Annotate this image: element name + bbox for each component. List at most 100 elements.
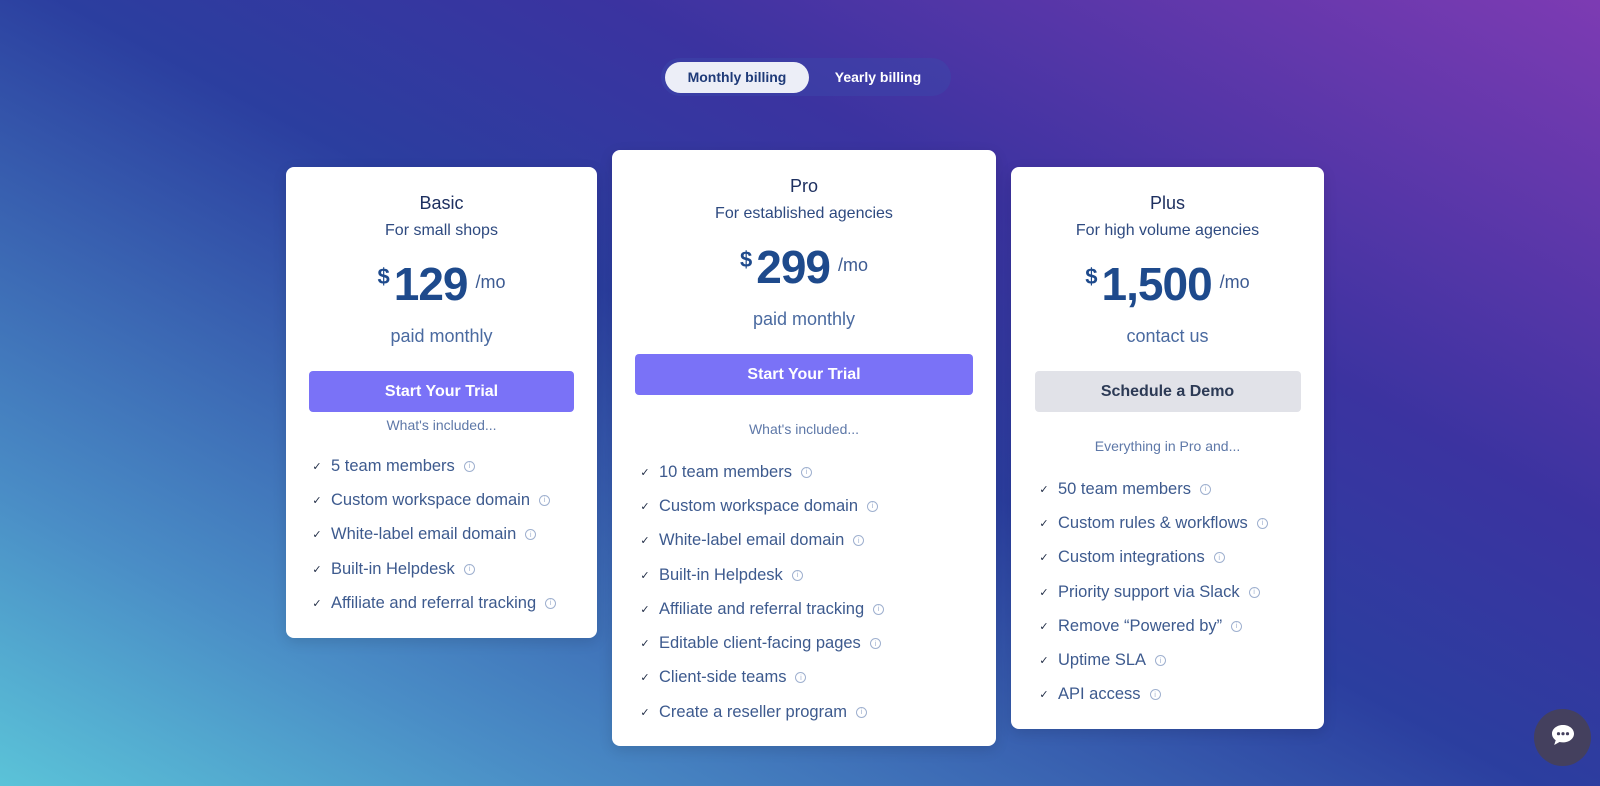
info-icon[interactable]: i bbox=[525, 529, 537, 541]
billing-note: paid monthly bbox=[390, 326, 493, 346]
feature-label: Affiliate and referral tracking bbox=[331, 593, 537, 612]
feature-item: ✓ Custom integrations i bbox=[1037, 541, 1324, 575]
plan-subtitle: For small shops bbox=[385, 222, 498, 239]
price: $ 1,500 /mo bbox=[1011, 258, 1324, 310]
feature-item: ✓ Custom workspace domain i bbox=[638, 489, 996, 523]
start-trial-button[interactable]: Start Your Trial bbox=[309, 371, 574, 412]
info-icon[interactable]: i bbox=[1149, 689, 1161, 701]
price-period: /mo bbox=[475, 272, 506, 292]
chat-bubble-icon bbox=[1550, 723, 1576, 752]
feature-item: ✓ Client-side teams i bbox=[638, 661, 996, 695]
check-icon: ✓ bbox=[640, 672, 650, 685]
check-icon: ✓ bbox=[1039, 552, 1049, 565]
start-trial-button[interactable]: Start Your Trial bbox=[635, 354, 973, 395]
feature-label: Editable client-facing pages bbox=[659, 634, 861, 653]
currency-symbol: $ bbox=[1085, 264, 1098, 289]
feature-label: Custom workspace domain bbox=[659, 496, 858, 515]
feature-label: 5 team members bbox=[331, 456, 455, 475]
info-icon[interactable]: i bbox=[545, 597, 557, 609]
feature-list: ✓ 5 team members i ✓ Custom workspace domain… bbox=[286, 449, 597, 620]
feature-item: ✓ Custom workspace domain i bbox=[310, 483, 597, 517]
plan-card-plus: Plus For high volume agencies $ 1,500 /m… bbox=[1011, 167, 1324, 729]
feature-list: ✓ 10 team members i ✓ Custom workspace domai… bbox=[612, 455, 996, 729]
billing-note: contact us bbox=[1126, 326, 1209, 346]
info-icon[interactable]: i bbox=[791, 569, 803, 581]
feature-item: ✓ White-label email domain i bbox=[310, 518, 597, 552]
check-icon: ✓ bbox=[640, 569, 650, 582]
feature-label: Affiliate and referral tracking bbox=[659, 599, 865, 618]
schedule-demo-button[interactable]: Schedule a Demo bbox=[1034, 371, 1301, 412]
price-value: 1,500 bbox=[1101, 258, 1213, 310]
feature-label: Remove “Powered by” bbox=[1058, 616, 1223, 635]
check-icon: ✓ bbox=[640, 466, 650, 479]
currency-symbol: $ bbox=[739, 247, 753, 272]
feature-label: White-label email domain bbox=[331, 525, 517, 544]
info-icon[interactable]: i bbox=[539, 494, 550, 506]
feature-item: ✓ Uptime SLA i bbox=[1037, 643, 1324, 677]
info-icon[interactable]: i bbox=[1199, 483, 1211, 495]
price-period: /mo bbox=[837, 255, 868, 275]
price-period: /mo bbox=[1219, 272, 1250, 292]
check-icon: ✓ bbox=[1039, 655, 1049, 668]
feature-item: ✓ 5 team members i bbox=[310, 449, 597, 483]
chat-launcher-button[interactable] bbox=[1534, 709, 1591, 766]
feature-item: ✓ 10 team members i bbox=[638, 455, 996, 489]
info-icon[interactable]: i bbox=[873, 603, 885, 615]
plan-subtitle: For high volume agencies bbox=[1075, 222, 1260, 239]
included-heading: Everything in Pro and... bbox=[1094, 438, 1241, 454]
yearly-billing-tab[interactable]: Yearly billing bbox=[809, 62, 947, 93]
currency-symbol: $ bbox=[377, 264, 390, 289]
monthly-billing-tab[interactable]: Monthly billing bbox=[665, 61, 809, 93]
feature-item: ✓ 50 team members i bbox=[1037, 472, 1324, 506]
check-icon: ✓ bbox=[1039, 689, 1049, 702]
feature-label: Custom rules & workflows bbox=[1058, 513, 1248, 532]
info-icon[interactable]: i bbox=[853, 535, 865, 547]
info-icon[interactable]: i bbox=[1248, 586, 1260, 598]
info-icon[interactable]: i bbox=[869, 638, 881, 650]
feature-list: ✓ 50 team members i ✓ Custom rules & workflo… bbox=[1011, 472, 1324, 712]
feature-label: White-label email domain bbox=[659, 531, 845, 550]
feature-label: 50 team members bbox=[1058, 479, 1191, 498]
info-icon[interactable]: i bbox=[1213, 552, 1225, 564]
feature-label: 10 team members bbox=[659, 462, 792, 481]
price: $ 299 /mo bbox=[612, 241, 996, 293]
check-icon: ✓ bbox=[312, 460, 322, 473]
plan-name: Plus bbox=[1149, 193, 1185, 213]
feature-item: ✓ Built-in Helpdesk i bbox=[310, 552, 597, 586]
billing-note: paid monthly bbox=[752, 309, 856, 329]
feature-item: ✓ Remove “Powered by” i bbox=[1037, 609, 1324, 643]
price: $ 129 /mo bbox=[286, 258, 597, 310]
check-icon: ✓ bbox=[1039, 586, 1049, 599]
feature-item: ✓ Priority support via Slack i bbox=[1037, 575, 1324, 609]
info-icon[interactable]: i bbox=[856, 706, 867, 718]
info-icon[interactable]: i bbox=[463, 460, 475, 472]
feature-item: ✓ Editable client-facing pages i bbox=[638, 626, 996, 660]
feature-label: Built-in Helpdesk bbox=[331, 559, 455, 578]
feature-item: ✓ Built-in Helpdesk i bbox=[638, 558, 996, 592]
feature-label: API access bbox=[1058, 685, 1141, 704]
info-icon[interactable]: i bbox=[795, 672, 807, 684]
info-icon[interactable]: i bbox=[800, 466, 812, 478]
feature-label: Custom integrations bbox=[1058, 548, 1205, 567]
check-icon: ✓ bbox=[1039, 620, 1049, 633]
feature-label: Priority support via Slack bbox=[1058, 582, 1240, 601]
feature-label: Client-side teams bbox=[659, 668, 787, 687]
feature-label: Create a reseller program bbox=[659, 702, 847, 721]
check-icon: ✓ bbox=[640, 706, 650, 719]
info-icon[interactable]: i bbox=[463, 563, 475, 575]
info-icon[interactable]: i bbox=[1231, 620, 1243, 632]
plan-subtitle: For established agencies bbox=[715, 205, 893, 222]
check-icon: ✓ bbox=[1039, 517, 1049, 530]
feature-item: ✓ Create a reseller program i bbox=[638, 695, 996, 729]
included-heading: What's included... bbox=[386, 417, 497, 433]
info-icon[interactable]: i bbox=[1155, 655, 1167, 667]
feature-item: ✓ API access i bbox=[1037, 678, 1324, 712]
check-icon: ✓ bbox=[640, 638, 650, 651]
plan-name: Pro bbox=[789, 176, 818, 196]
check-icon: ✓ bbox=[640, 603, 650, 616]
check-icon: ✓ bbox=[312, 494, 322, 507]
info-icon[interactable]: i bbox=[1256, 517, 1268, 529]
info-icon[interactable]: i bbox=[867, 500, 878, 512]
feature-item: ✓ Affiliate and referral tracking i bbox=[310, 586, 597, 620]
feature-item: ✓ Affiliate and referral tracking i bbox=[638, 592, 996, 626]
